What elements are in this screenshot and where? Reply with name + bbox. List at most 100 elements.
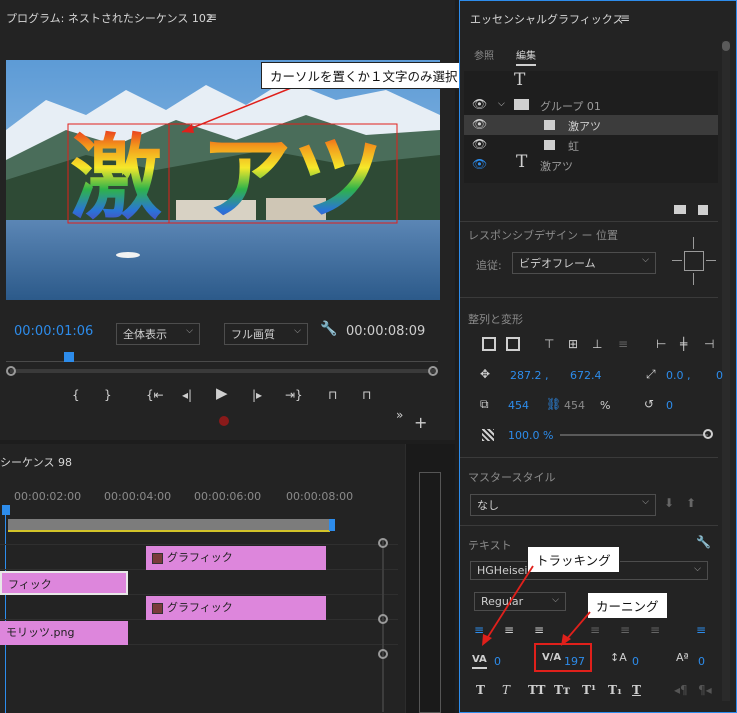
zoom-select[interactable]: 全体表示 ⌵ [116, 323, 200, 345]
underline-icon[interactable]: T [632, 683, 641, 697]
quality-select[interactable]: フル画質 ⌵ [224, 323, 308, 345]
align-text-right-icon[interactable]: ≡ [534, 623, 544, 637]
scroll-handle-right[interactable] [428, 366, 438, 376]
link-icon[interactable]: ⛓ [546, 397, 561, 411]
play-icon[interactable]: ▶ [216, 386, 228, 401]
follow-select[interactable]: ビデオフレーム ⌵ [512, 252, 656, 274]
tracking-value[interactable]: 0 [494, 655, 501, 668]
layer-row-text[interactable]: 👁 T 激アツ [464, 154, 718, 175]
video-frame[interactable]: 激 アツ [6, 60, 440, 300]
align-hcenter-icon[interactable]: ╪ [680, 337, 687, 351]
chevron-down-icon: ⌵ [642, 497, 649, 507]
go-to-in-icon[interactable]: {⇤ [146, 388, 164, 402]
work-area-end[interactable] [329, 519, 335, 531]
align-center-v-icon[interactable] [482, 337, 496, 351]
align-text-center-icon[interactable]: ≡ [504, 623, 514, 637]
align-bottom-icon[interactable]: ⊥ [592, 337, 602, 351]
distribute-icon[interactable]: ≡ [618, 337, 628, 351]
panel-scrollbar[interactable] [722, 41, 730, 701]
vertical-scrollbar[interactable] [382, 540, 384, 712]
lift-icon[interactable]: ⊓ [328, 388, 337, 402]
push-up-icon[interactable]: ⬆ [686, 496, 696, 510]
baseline-value[interactable]: 0 [698, 655, 705, 668]
wrench-icon[interactable]: 🔧 [696, 535, 711, 549]
tab-browse[interactable]: 参照 [474, 47, 494, 62]
superscript-icon[interactable]: T¹ [582, 683, 596, 697]
panel-menu-icon[interactable]: ≡ [207, 10, 217, 24]
timeline-playhead[interactable] [2, 505, 10, 515]
scroll-handle-left[interactable] [6, 366, 16, 376]
program-monitor-title[interactable]: プログラム: ネストされたシーケンス 102 [6, 10, 213, 26]
all-caps-icon[interactable]: TT [528, 683, 545, 697]
scroll-handle-mid[interactable] [378, 614, 388, 624]
clip-graphic-1[interactable]: グラフィック [146, 546, 326, 570]
faux-italic-icon[interactable]: T [502, 683, 510, 697]
overlay-text-kana: アツ [200, 125, 384, 232]
layer-row-group[interactable]: 👁 ⌵ グループ 01 [464, 95, 718, 115]
duration-timecode: 00:00:08:09 [346, 324, 426, 339]
faux-bold-icon[interactable]: T [476, 683, 485, 697]
align-top-icon[interactable]: ⊤ [544, 337, 554, 351]
align-middle-icon[interactable]: ⊞ [568, 337, 578, 351]
anchor-x[interactable]: 0.0 , [666, 369, 691, 382]
position-y[interactable]: 672.4 [570, 369, 602, 382]
push-down-icon[interactable]: ⬇ [664, 496, 674, 510]
more-icon[interactable]: » [396, 408, 403, 422]
opacity-value[interactable]: 100.0 % [508, 429, 553, 442]
eye-hidden-icon[interactable]: 👁 [472, 157, 487, 171]
justify-right-icon[interactable]: ≡ [650, 623, 660, 637]
scale-width[interactable]: 454 [508, 399, 529, 412]
clip-graphic-3[interactable]: グラフィック [146, 596, 326, 620]
timeline-title[interactable]: シーケンス 98 [0, 454, 72, 470]
ltr-icon[interactable]: ¶◂ [698, 683, 712, 697]
step-forward-icon[interactable]: |▸ [252, 388, 262, 402]
clip-image[interactable]: モリッツ.png [0, 621, 128, 645]
add-button-icon[interactable]: + [414, 415, 427, 431]
chevron-down-icon[interactable]: ⌵ [498, 97, 505, 111]
leading-value[interactable]: 0 [632, 655, 639, 668]
extract-icon[interactable]: ⊓ [362, 388, 371, 402]
anchor-y[interactable]: 0 [716, 369, 723, 382]
eye-icon[interactable]: 👁 [472, 117, 487, 131]
wrench-icon[interactable]: 🔧 [320, 322, 337, 336]
mark-in-icon[interactable]: { [72, 388, 80, 402]
eg-title[interactable]: エッセンシャルグラフィックス [470, 11, 623, 27]
new-layer-text-icon[interactable]: T [514, 72, 525, 89]
mark-out-icon[interactable]: } [104, 388, 112, 402]
panel-scroll-thumb[interactable] [722, 41, 730, 51]
panel-menu-icon[interactable]: ≡ [620, 11, 630, 25]
eye-icon[interactable]: 👁 [472, 137, 487, 151]
pin-widget[interactable] [672, 237, 716, 287]
align-text-left-icon[interactable]: ≡ [474, 623, 484, 637]
justify-all-icon[interactable]: ≡ [696, 623, 706, 637]
go-to-out-icon[interactable]: ⇥} [285, 388, 303, 402]
record-icon[interactable] [219, 416, 229, 426]
subscript-icon[interactable]: T₁ [608, 683, 622, 697]
opacity-slider[interactable] [560, 434, 708, 436]
align-left-icon[interactable]: ⊢ [656, 337, 666, 351]
layer-row-text-selected[interactable]: 👁 激アツ [464, 115, 718, 135]
rotation-value[interactable]: 0 [666, 399, 673, 412]
align-center-h-icon[interactable] [506, 337, 520, 351]
tsume-icon[interactable]: ◂¶ [674, 683, 688, 697]
justify-center-icon[interactable]: ≡ [620, 623, 630, 637]
playhead-marker[interactable] [64, 352, 74, 362]
scroll-handle-low[interactable] [378, 649, 388, 659]
step-back-icon[interactable]: ◂| [182, 388, 192, 402]
master-style-select[interactable]: なし ⌵ [470, 494, 656, 516]
new-group-icon[interactable] [674, 205, 686, 214]
position-x[interactable]: 287.2 , [510, 369, 548, 382]
small-caps-icon[interactable]: Tт [554, 683, 570, 697]
new-layer-icon[interactable] [698, 205, 708, 215]
current-timecode[interactable]: 00:00:01:06 [14, 324, 93, 339]
clip-graphic-2[interactable]: フィック [0, 571, 128, 595]
tab-edit[interactable]: 編集 [516, 47, 536, 66]
opacity-slider-knob[interactable] [703, 429, 713, 439]
justify-left-icon[interactable]: ≡ [590, 623, 600, 637]
eye-icon[interactable]: 👁 [472, 97, 487, 111]
zoom-scrollbar[interactable] [10, 369, 436, 373]
scroll-handle-top[interactable] [378, 538, 388, 548]
layer-row-rainbow[interactable]: 👁 虹 [464, 135, 718, 155]
font-style-select[interactable]: Regular ⌵ [474, 592, 566, 611]
align-right-icon[interactable]: ⊣ [704, 337, 714, 351]
